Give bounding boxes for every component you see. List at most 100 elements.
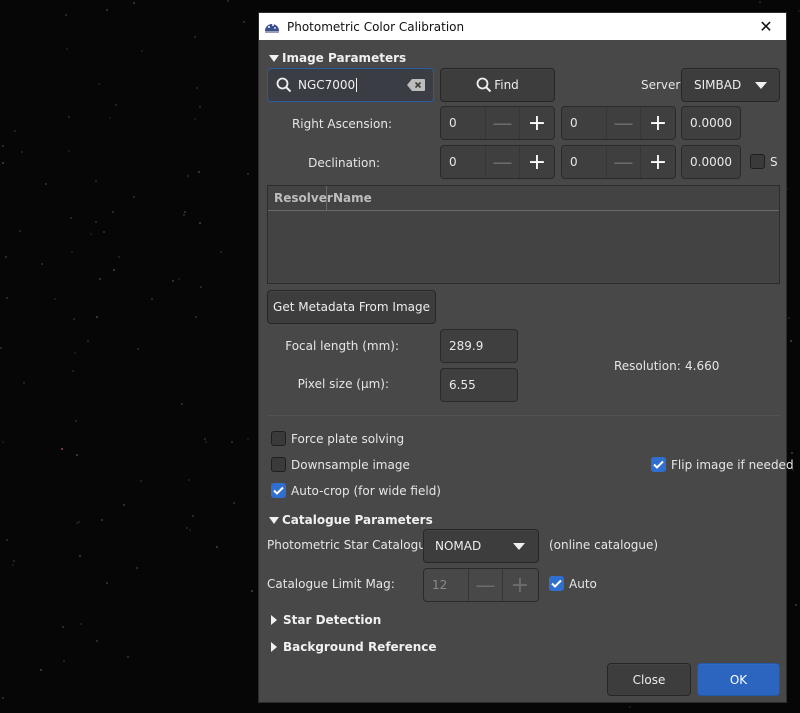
star <box>0 347 2 349</box>
star <box>115 104 117 106</box>
downsample-image-label: Downsample image <box>291 457 410 472</box>
star <box>95 180 97 182</box>
decrement-icon[interactable]: — <box>469 569 503 601</box>
increment-icon[interactable]: + <box>641 107 675 139</box>
image-parameters-expander[interactable]: Image Parameters <box>269 51 406 65</box>
object-search-input[interactable]: NGC7000 <box>267 68 434 102</box>
star <box>188 479 190 481</box>
star <box>98 83 100 85</box>
star <box>189 529 191 531</box>
dec-degrees-spinner[interactable]: 0 — + <box>440 145 555 179</box>
ra-hours-spinner[interactable]: 0 — + <box>440 106 555 140</box>
auto-crop-option[interactable]: Auto-crop (for wide field) <box>271 483 441 498</box>
decrement-icon[interactable]: — <box>607 107 641 139</box>
star <box>90 233 92 235</box>
star <box>140 480 142 482</box>
star-catalogue-dropdown[interactable]: NOMAD <box>423 529 539 563</box>
star <box>178 278 180 280</box>
table-header: Resolver Name <box>268 186 779 211</box>
column-header-name[interactable]: Name <box>327 186 372 210</box>
star <box>247 173 249 175</box>
flip-image-option[interactable]: Flip image if needed <box>651 457 794 472</box>
window-title: Photometric Color Calibration <box>287 19 465 34</box>
star <box>66 48 68 50</box>
star <box>137 348 139 350</box>
decrement-icon[interactable]: — <box>486 107 520 139</box>
star <box>80 623 82 625</box>
star <box>78 521 80 523</box>
section-separator <box>267 415 780 416</box>
increment-icon[interactable]: + <box>503 569 537 601</box>
star <box>5 256 7 258</box>
limit-mag-auto-checkbox[interactable] <box>549 576 564 591</box>
star <box>2 441 4 443</box>
pixel-size-input[interactable]: 6.55 <box>440 368 518 402</box>
limit-mag-label: Catalogue Limit Mag: <box>267 577 395 591</box>
star <box>41 263 43 265</box>
star <box>227 0 229 2</box>
flip-image-label: Flip image if needed <box>671 457 794 472</box>
dec-seconds-value: 0.0000 <box>690 155 732 169</box>
limit-mag-auto-option[interactable]: Auto <box>549 576 597 591</box>
star <box>233 502 235 504</box>
ra-seconds-input[interactable]: 0.0000 <box>681 106 741 140</box>
ok-button[interactable]: OK <box>697 663 780 696</box>
star <box>40 669 42 671</box>
ra-hours-value[interactable]: 0 <box>441 107 486 139</box>
star <box>45 183 47 185</box>
collapsed-triangle-icon <box>271 615 277 625</box>
title-bar: Photometric Color Calibration ✕ <box>259 13 786 40</box>
star <box>96 640 98 642</box>
column-header-resolver[interactable]: Resolver <box>268 186 333 210</box>
star <box>75 420 77 422</box>
dec-minutes-value[interactable]: 0 <box>562 146 607 178</box>
south-checkbox-row[interactable]: S <box>750 154 778 169</box>
downsample-image-checkbox[interactable] <box>271 457 286 472</box>
star <box>172 280 174 282</box>
find-button-label: Find <box>494 78 519 92</box>
star <box>151 298 153 300</box>
limit-mag-spinner[interactable]: 12 — + <box>423 568 539 602</box>
get-metadata-button[interactable]: Get Metadata From Image <box>267 290 436 324</box>
star <box>247 438 249 440</box>
star-detection-header: Star Detection <box>283 613 382 627</box>
increment-icon[interactable]: + <box>641 146 675 178</box>
limit-mag-value[interactable]: 12 <box>424 569 469 601</box>
text-cursor <box>356 78 358 92</box>
find-button[interactable]: Find <box>440 68 555 102</box>
star <box>13 560 15 562</box>
dec-degrees-value[interactable]: 0 <box>441 146 486 178</box>
background-reference-expander[interactable]: Background Reference <box>269 640 437 654</box>
declination-label: Declination: <box>308 156 380 170</box>
ra-minutes-value[interactable]: 0 <box>562 107 607 139</box>
south-checkbox[interactable] <box>750 154 765 169</box>
star <box>72 370 74 372</box>
auto-crop-checkbox[interactable] <box>271 483 286 498</box>
star <box>251 590 253 592</box>
chevron-down-icon <box>513 542 525 550</box>
resolver-results-table[interactable]: Resolver Name <box>267 185 780 284</box>
downsample-image-option[interactable]: Downsample image <box>271 457 410 472</box>
force-plate-solving-checkbox[interactable] <box>271 431 286 446</box>
star <box>103 231 105 233</box>
star-detection-expander[interactable]: Star Detection <box>269 613 381 627</box>
increment-icon[interactable]: + <box>520 107 554 139</box>
star <box>79 555 81 557</box>
increment-icon[interactable]: + <box>520 146 554 178</box>
decrement-icon[interactable]: — <box>607 146 641 178</box>
flip-image-checkbox[interactable] <box>651 457 666 472</box>
star <box>2 145 4 147</box>
close-window-icon[interactable]: ✕ <box>746 13 786 40</box>
server-dropdown[interactable]: SIMBAD <box>681 68 780 102</box>
star <box>63 660 65 662</box>
force-plate-solving-option[interactable]: Force plate solving <box>271 431 404 446</box>
close-button[interactable]: Close <box>607 663 691 696</box>
dec-seconds-input[interactable]: 0.0000 <box>681 145 741 179</box>
focal-length-input[interactable]: 289.9 <box>440 329 518 363</box>
decrement-icon[interactable]: — <box>486 146 520 178</box>
clear-text-icon[interactable] <box>407 79 425 91</box>
catalogue-parameters-expander[interactable]: Catalogue Parameters <box>269 513 433 527</box>
dec-minutes-spinner[interactable]: 0 — + <box>561 145 676 179</box>
star <box>61 448 63 450</box>
ra-minutes-spinner[interactable]: 0 — + <box>561 106 676 140</box>
